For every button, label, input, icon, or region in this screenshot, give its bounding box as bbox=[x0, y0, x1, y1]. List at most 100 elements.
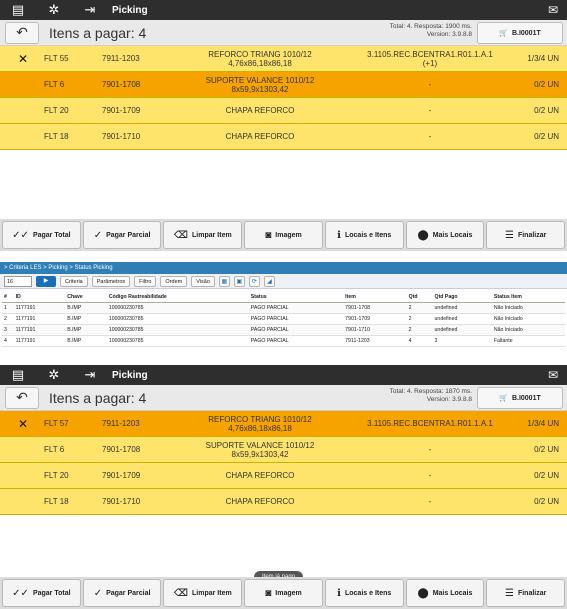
settings-icon[interactable]: ✲ bbox=[36, 365, 72, 385]
chart-icon[interactable]: ◢ bbox=[263, 275, 275, 287]
info-icon: ℹ bbox=[337, 229, 341, 241]
col-header[interactable]: ID bbox=[13, 293, 66, 303]
col-header[interactable]: Status bbox=[248, 293, 344, 303]
table-row[interactable]: 3 1177191 B.IMP 100000230785 PAGO PARCIAL 790… bbox=[2, 324, 565, 336]
col-header[interactable]: Qtd bbox=[406, 293, 433, 303]
back-icon: ↶ bbox=[16, 24, 28, 40]
logout-icon[interactable]: ⇥ bbox=[72, 0, 108, 20]
imagem-button[interactable]: ◙ Imagem bbox=[244, 221, 323, 249]
cell: B.IMP bbox=[65, 313, 107, 325]
item-row[interactable]: FLT 6 7901-1708 SUPORTE VALANCE 1010/12 8… bbox=[0, 437, 567, 463]
row-loc-line1: - bbox=[428, 471, 432, 480]
settings-icon[interactable]: ✲ bbox=[36, 0, 72, 20]
export-icon[interactable]: ▦ bbox=[218, 275, 230, 287]
item-row[interactable]: FLT 18 7901-1710 CHAPA REFORCO - 0/2 UN bbox=[0, 489, 567, 515]
item-row[interactable]: FLT 6 7901-1708 SUPORTE VALANCE 1010/12 8… bbox=[0, 72, 567, 98]
table-row[interactable]: 1 1177191 B.IMP 100000230785 PAGO PARCIAL 790… bbox=[2, 302, 565, 314]
table-row[interactable]: 2 1177191 B.IMP 100000230785 PAGO PARCIAL 790… bbox=[2, 313, 565, 325]
pagar-parcial-label: Pagar Parcial bbox=[106, 231, 151, 239]
row-loc-line1: - bbox=[428, 445, 432, 454]
row-qty: 0/2 UN bbox=[534, 132, 559, 141]
mais-locais-button[interactable]: ⬤ Mais Locais bbox=[405, 579, 485, 607]
item-row[interactable]: FLT 18 7901-1710 CHAPA REFORCO - 0/2 UN bbox=[0, 124, 567, 150]
mail-icon[interactable]: ✉ bbox=[545, 368, 561, 382]
cell: Faltante bbox=[491, 335, 565, 347]
refresh-icon[interactable]: ⟳ bbox=[248, 275, 260, 287]
row-qty: 0/2 UN bbox=[534, 106, 559, 115]
row-qty: 0/2 UN bbox=[534, 80, 559, 89]
keyboard-icon[interactable]: ▤ bbox=[0, 365, 36, 385]
item-row[interactable]: FLT 20 7901-1709 CHAPA REFORCO - 0/2 UN bbox=[0, 463, 567, 489]
table-row[interactable]: 4 1177191 B.IMP 100000230785 PAGO PARCIAL 791… bbox=[2, 335, 565, 347]
row-desc-line1: CHAPA REFORCO bbox=[225, 132, 295, 141]
cart-button[interactable]: 🛒 B.I0001T bbox=[477, 22, 563, 44]
mais-locais-label: Mais Locais bbox=[432, 589, 473, 597]
pagar-total-label: Pagar Total bbox=[32, 231, 71, 239]
row-flt: FLT 20 bbox=[44, 471, 69, 480]
row-code: 7901-1708 bbox=[102, 80, 141, 89]
cart-button[interactable]: 🛒 B.I0001T bbox=[477, 387, 563, 409]
save-icon[interactable]: ▣ bbox=[233, 275, 245, 287]
locais-e-itens-button[interactable]: ℹ Locais e Itens bbox=[324, 221, 404, 249]
col-header[interactable]: # bbox=[2, 293, 14, 303]
item-row[interactable]: FLT 20 7901-1709 CHAPA REFORCO - 0/2 UN bbox=[0, 98, 567, 124]
page-size-input[interactable]: 16 bbox=[4, 275, 32, 287]
limpar-item-button[interactable]: ⌫ Limpar Item bbox=[163, 579, 243, 607]
cell: 7901-1708 bbox=[343, 302, 407, 314]
filtro-button[interactable]: Filtro bbox=[134, 275, 157, 287]
version-text: Version: 3.9.8.8 bbox=[426, 396, 472, 403]
pagar-total-button[interactable]: ✓✓ Pagar Total bbox=[2, 579, 81, 607]
ordem-button[interactable]: Ordem bbox=[160, 275, 188, 287]
keyboard-icon[interactable]: ▤ bbox=[0, 0, 36, 20]
app-title: Picking bbox=[112, 369, 148, 381]
cell: 1177191 bbox=[13, 335, 66, 347]
row-description: REFORCO TRIANG 1010/12 4,76x86,18x86,18 bbox=[175, 415, 345, 433]
finalizar-button[interactable]: ☰ Finalizar bbox=[486, 579, 566, 607]
finalizar-button[interactable]: ☰ Finalizar bbox=[486, 221, 566, 249]
col-header[interactable]: Status Item bbox=[491, 293, 565, 303]
cell: undefined bbox=[432, 324, 492, 336]
row-desc-line2: 4,76x86,18x86,18 bbox=[228, 58, 292, 68]
item-row[interactable]: ✕ FLT 57 7911-1203 REFORCO TRIANG 1010/1… bbox=[0, 411, 567, 437]
eraser-icon: ⌫ bbox=[173, 229, 189, 241]
mais-locais-button[interactable]: ⬤ Mais Locais bbox=[405, 221, 485, 249]
logout-icon[interactable]: ⇥ bbox=[72, 365, 108, 385]
locais-e-itens-label: Locais e Itens bbox=[344, 231, 392, 239]
mail-icon[interactable]: ✉ bbox=[545, 3, 561, 17]
criteria-button[interactable]: Criteria bbox=[60, 275, 88, 287]
col-header[interactable]: Item bbox=[343, 293, 407, 303]
row-location: - bbox=[345, 80, 515, 89]
action-toolbar: ✓✓ Pagar Total ✓ Pagar Parcial ⌫ Limpar Ite… bbox=[0, 219, 567, 251]
eraser-icon: ⌫ bbox=[173, 587, 189, 599]
row-flt: FLT 6 bbox=[44, 445, 65, 454]
locais-e-itens-button[interactable]: ℹ Locais e Itens bbox=[324, 579, 404, 607]
row-description: CHAPA REFORCO bbox=[175, 497, 345, 506]
item-row[interactable]: ✕ FLT 55 7911-1203 REFORCO TRIANG 1010/1… bbox=[0, 46, 567, 72]
col-header[interactable]: Código Rastreabilidade bbox=[106, 293, 249, 303]
cart-icon: 🛒 bbox=[499, 395, 508, 402]
imagem-label: Imagem bbox=[275, 231, 302, 239]
picking-header: ↶ Itens a pagar: 4 Total: 4. Resposta: 1… bbox=[0, 20, 567, 46]
visao-button[interactable]: Visão bbox=[191, 275, 215, 287]
play-button[interactable]: ▶ bbox=[36, 275, 56, 287]
col-header[interactable]: Chave bbox=[65, 293, 107, 303]
imagem-button[interactable]: ◙ Imagem bbox=[244, 579, 323, 607]
pagar-parcial-button[interactable]: ✓ Pagar Parcial bbox=[82, 579, 162, 607]
pagar-total-button[interactable]: ✓✓ Pagar Total bbox=[2, 221, 81, 249]
cell: PAGO PARCIAL bbox=[248, 313, 344, 325]
cell: 1177191 bbox=[13, 313, 66, 325]
back-button[interactable]: ↶ bbox=[5, 386, 39, 409]
limpar-item-button[interactable]: ⌫ Limpar Item bbox=[163, 221, 243, 249]
row-code: 7901-1710 bbox=[102, 497, 141, 506]
col-header[interactable]: Qtd Pago bbox=[432, 293, 492, 303]
row-desc-line1: REFORCO TRIANG 1010/12 bbox=[208, 414, 312, 424]
row-flt: FLT 57 bbox=[44, 419, 69, 428]
cell: 7901-1710 bbox=[343, 324, 407, 336]
camera-icon: ◙ bbox=[265, 587, 272, 599]
cell: B.IMP bbox=[65, 324, 107, 336]
parametros-button[interactable]: Parâmetros bbox=[91, 275, 131, 287]
pagar-parcial-button[interactable]: ✓ Pagar Parcial bbox=[82, 221, 162, 249]
location-pin-icon: ⬤ bbox=[417, 229, 429, 241]
back-button[interactable]: ↶ bbox=[5, 21, 39, 44]
picking-screen-top: ▤ ✲ ⇥ Picking ✉ ↶ Itens a pagar: 4 Total… bbox=[0, 0, 567, 255]
